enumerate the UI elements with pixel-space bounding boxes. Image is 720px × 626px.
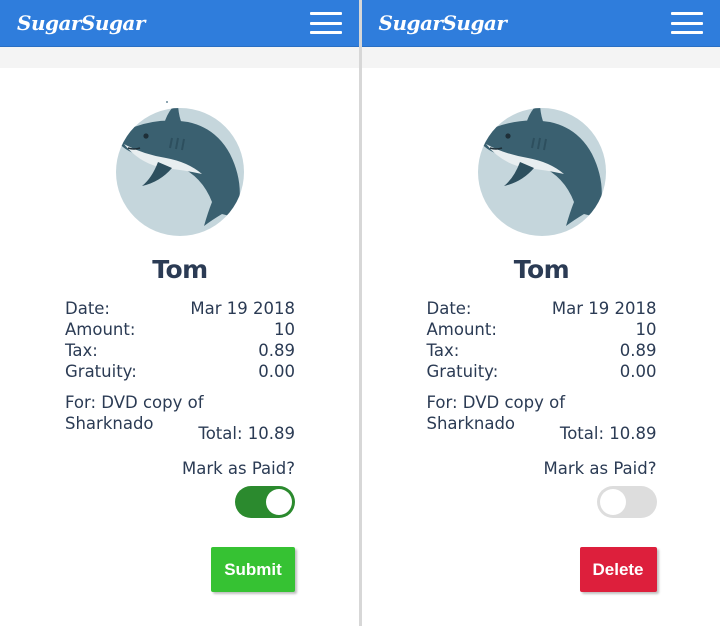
app-screens: SugarSugar Tom Date: Mar 19 2018 Amount:… — [0, 0, 720, 626]
sub-bar — [361, 47, 720, 68]
tax-label: Tax: — [426, 341, 460, 360]
amount-row: Amount: 10 — [65, 319, 295, 340]
navbar: SugarSugar — [0, 0, 359, 47]
mark-paid-label: Mark as Paid? — [181, 459, 295, 478]
mark-paid-label: Mark as Paid? — [543, 459, 657, 478]
date-row: Date: Mar 19 2018 — [65, 298, 295, 319]
gratuity-row: Gratuity: 0.00 — [65, 361, 295, 382]
gratuity-value: 0.00 — [258, 362, 295, 381]
hamburger-icon[interactable] — [309, 11, 342, 35]
payment-screen-unpaid: SugarSugar Tom Date: Mar 19 2018 Amount:… — [0, 0, 362, 626]
amount-label: Amount: — [65, 320, 136, 339]
decorative-dot — [166, 101, 168, 103]
date-row: Date: Mar 19 2018 — [427, 298, 657, 319]
gratuity-value: 0.00 — [619, 362, 657, 381]
tax-value: 0.89 — [619, 341, 657, 360]
brand-logo[interactable]: SugarSugar — [379, 11, 507, 35]
payment-details: Date: Mar 19 2018 Amount: 10 Tax: 0.89 G… — [427, 298, 657, 479]
tax-row: Tax: 0.89 — [427, 340, 657, 361]
payment-screen-paid: SugarSugar Tom Date: Mar 19 2018 Amount: — [361, 0, 720, 626]
tax-value: 0.89 — [258, 341, 295, 360]
date-label: Date: — [65, 299, 110, 318]
toggle-knob — [266, 489, 292, 515]
amount-value: 10 — [635, 320, 657, 339]
for-description: For: DVD copy of Sharknado — [426, 393, 566, 433]
gratuity-row: Gratuity: 0.00 — [427, 361, 657, 382]
amount-row: Amount: 10 — [427, 319, 657, 340]
payer-name: Tom — [152, 255, 208, 284]
gratuity-label: Gratuity: — [65, 362, 137, 381]
amount-value: 10 — [274, 320, 295, 339]
mark-paid-toggle[interactable] — [235, 486, 295, 518]
shark-icon — [116, 108, 244, 236]
brand-logo[interactable]: SugarSugar — [17, 11, 145, 35]
payment-details: Date: Mar 19 2018 Amount: 10 Tax: 0.89 G… — [65, 298, 295, 479]
date-label: Date: — [426, 299, 472, 318]
hamburger-icon[interactable] — [671, 11, 703, 35]
navbar: SugarSugar — [361, 0, 720, 47]
tax-row: Tax: 0.89 — [65, 340, 295, 361]
sub-bar — [0, 47, 359, 68]
date-value: Mar 19 2018 — [190, 299, 295, 318]
tax-label: Tax: — [65, 341, 98, 360]
payer-name: Tom — [513, 255, 570, 284]
date-value: Mar 19 2018 — [551, 299, 657, 318]
for-description: For: DVD copy of Sharknado — [65, 393, 204, 433]
toggle-knob — [599, 489, 626, 515]
submit-button[interactable]: Submit — [211, 547, 295, 592]
gratuity-label: Gratuity: — [426, 362, 499, 381]
mark-paid-toggle[interactable] — [596, 486, 657, 518]
shark-icon — [477, 108, 606, 236]
delete-button[interactable]: Delete — [579, 547, 657, 592]
amount-label: Amount: — [426, 320, 497, 339]
